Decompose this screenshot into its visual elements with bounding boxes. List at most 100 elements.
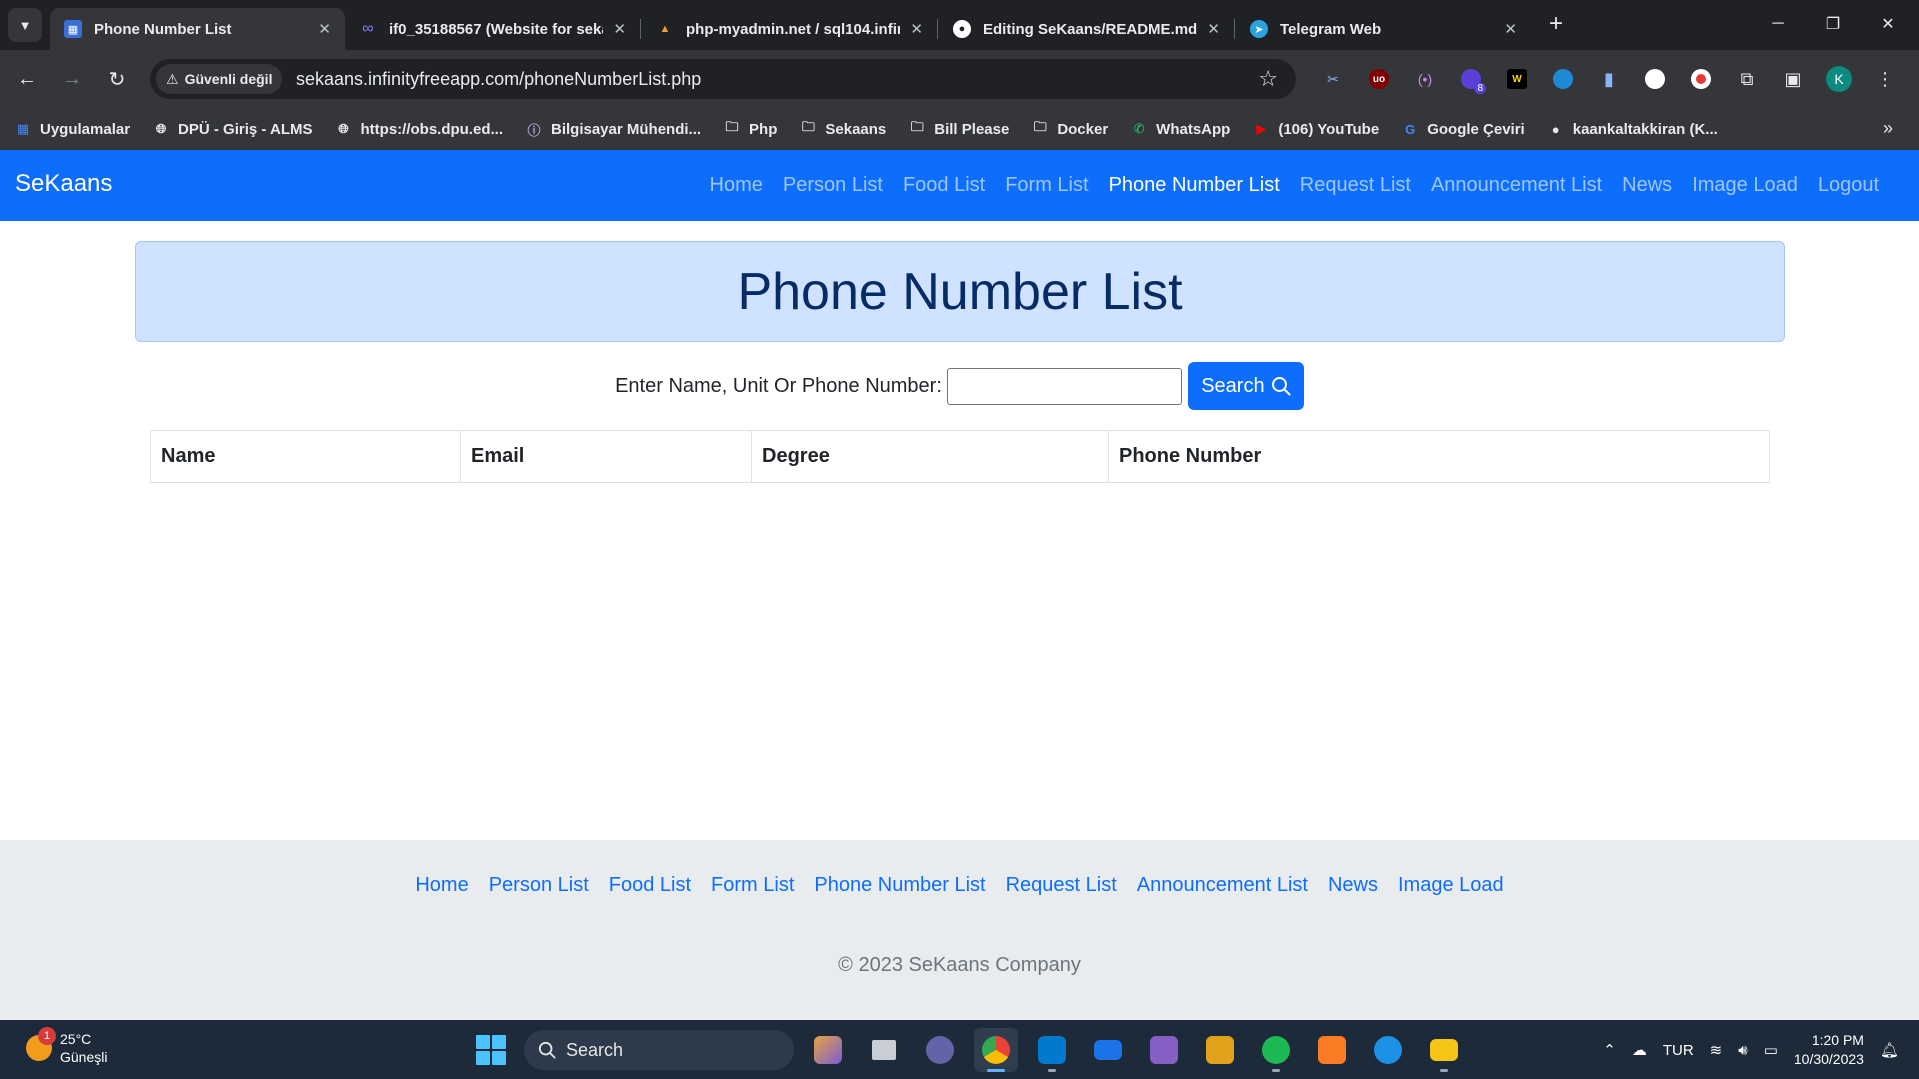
footer-link-phone-number-list[interactable]: Phone Number List <box>814 874 985 897</box>
search-input[interactable] <box>946 367 1182 405</box>
docker-app-icon[interactable] <box>1366 1028 1410 1072</box>
restore-button[interactable]: ❐ <box>1810 8 1856 40</box>
menu-kebab-icon[interactable]: ⋮ <box>1868 62 1902 96</box>
extension-tools-icon[interactable]: ✂ <box>1316 62 1350 96</box>
security-chip[interactable]: ⚠ Güvenli değil <box>156 64 283 94</box>
bookmark-item[interactable]: ⓘ Bilgisayar Mühendi... <box>525 120 701 138</box>
forward-button[interactable]: → <box>55 62 89 96</box>
new-tab-button[interactable]: + <box>1542 10 1570 38</box>
extension-edge-icon[interactable] <box>1546 62 1580 96</box>
footer-link-form-list[interactable]: Form List <box>711 874 794 897</box>
close-icon[interactable]: ✕ <box>910 20 923 38</box>
browser-tab-5[interactable]: ➤ Telegram Web ✕ <box>1236 8 1531 50</box>
telegram-icon: ➤ <box>1250 20 1268 38</box>
nav-announcement-list[interactable]: Announcement List <box>1431 174 1602 197</box>
visual-studio-app-icon[interactable] <box>1142 1028 1186 1072</box>
bookmark-item[interactable]: ▦ Uygulamalar <box>14 120 130 138</box>
nav-phone-number-list[interactable]: Phone Number List <box>1109 174 1280 197</box>
extension-broadcast-icon[interactable]: (•) <box>1408 62 1442 96</box>
taskbar-search[interactable]: Search <box>524 1030 794 1070</box>
bookmark-label: Docker <box>1057 120 1109 138</box>
bookmark-folder[interactable]: 🗀 Php <box>723 119 778 138</box>
task-view-icon[interactable] <box>862 1028 906 1072</box>
copilot-app-icon[interactable] <box>806 1028 850 1072</box>
spotify-app-icon[interactable] <box>1254 1028 1298 1072</box>
puzzle-icon[interactable]: ⧉ <box>1730 62 1764 96</box>
footer-link-news[interactable]: News <box>1328 874 1378 897</box>
back-button[interactable]: ← <box>10 62 44 96</box>
battery-icon[interactable]: ▭ <box>1764 1041 1778 1059</box>
nav-image-load[interactable]: Image Load <box>1692 174 1798 197</box>
site-brand[interactable]: SeKaans <box>15 170 112 198</box>
bookmark-label: (106) YouTube <box>1278 120 1380 138</box>
bookmark-item[interactable]: G Google Çeviri <box>1401 120 1525 138</box>
chrome-app-icon[interactable] <box>974 1028 1018 1072</box>
bookmark-item[interactable]: 🌐︎ https://obs.dpu.ed... <box>335 120 503 138</box>
notification-bell-icon[interactable]: 🔔︎ <box>1880 1041 1899 1059</box>
nav-news[interactable]: News <box>1622 174 1672 197</box>
file-explorer-app-icon[interactable] <box>1422 1028 1466 1072</box>
bookmark-folder[interactable]: 🗀 Sekaans <box>799 119 886 138</box>
more-bookmarks-icon[interactable]: » <box>1883 118 1893 139</box>
footer-link-food-list[interactable]: Food List <box>609 874 691 897</box>
nav-person-list[interactable]: Person List <box>783 174 883 197</box>
arrow-right-icon: → <box>62 67 82 90</box>
extension-doc-icon[interactable]: ▮ <box>1592 62 1626 96</box>
mail-app-icon[interactable] <box>1086 1028 1130 1072</box>
windows-start-icon[interactable] <box>470 1029 512 1071</box>
extension-record-icon[interactable] <box>1684 62 1718 96</box>
extension-wm-icon[interactable]: W <box>1500 62 1534 96</box>
footer-link-home[interactable]: Home <box>415 874 468 897</box>
ublock-icon[interactable]: uo <box>1362 62 1396 96</box>
nav-logout[interactable]: Logout <box>1818 174 1879 197</box>
footer-link-image-load[interactable]: Image Load <box>1398 874 1504 897</box>
profile-button[interactable]: K <box>1822 62 1856 96</box>
side-panel-icon[interactable]: ▣ <box>1776 62 1810 96</box>
close-icon[interactable]: ✕ <box>1504 20 1517 38</box>
nav-home[interactable]: Home <box>710 174 763 197</box>
footer-link-person-list[interactable]: Person List <box>489 874 589 897</box>
system-clock[interactable]: 1:20 PM 10/30/2023 <box>1794 1031 1864 1069</box>
bookmark-folder[interactable]: 🗀 Docker <box>1031 119 1109 138</box>
wifi-icon[interactable]: ≋ <box>1710 1041 1723 1059</box>
minimize-button[interactable]: ─ <box>1755 8 1801 40</box>
bookmark-item[interactable]: ▶ (106) YouTube <box>1252 120 1379 138</box>
volume-icon[interactable]: 🔊︎ <box>1738 1042 1747 1059</box>
chevron-up-icon[interactable]: ⌃ <box>1603 1041 1616 1059</box>
vscode-app-icon[interactable] <box>1030 1028 1074 1072</box>
tab-search-button[interactable]: ▼ <box>8 8 42 42</box>
onedrive-cloud-icon[interactable]: ☁ <box>1632 1041 1647 1059</box>
xampp-app-icon[interactable] <box>1310 1028 1354 1072</box>
browser-tab-4[interactable]: ● Editing SeKaans/README.md a ✕ <box>939 8 1234 50</box>
address-bar[interactable]: ⚠ Güvenli değil sekaans.infinityfreeapp.… <box>150 59 1296 99</box>
footer-link-announcement-list[interactable]: Announcement List <box>1137 874 1308 897</box>
bookmark-item[interactable]: ✆ WhatsApp <box>1130 120 1231 138</box>
footer-link-request-list[interactable]: Request List <box>1006 874 1117 897</box>
window-close-button[interactable]: ✕ <box>1865 8 1911 40</box>
browser-tab-2[interactable]: ∞ if0_35188567 (Website for seka ✕ <box>345 8 640 50</box>
search-button[interactable]: Search <box>1187 362 1304 410</box>
close-icon[interactable]: ✕ <box>318 20 331 38</box>
url-text[interactable]: sekaans.infinityfreeapp.com/phoneNumberL… <box>296 69 701 90</box>
extension-circle-icon[interactable] <box>1638 62 1672 96</box>
bookmark-item[interactable]: ● kaankaltakkiran (K... <box>1547 120 1718 138</box>
input-language[interactable]: TUR <box>1663 1042 1694 1059</box>
teams-chat-icon[interactable] <box>918 1028 962 1072</box>
weather-widget[interactable]: 1 25°C Güneşli <box>26 1027 107 1066</box>
browser-tab-3[interactable]: ▲ php-myadmin.net / sql104.infin ✕ <box>642 8 937 50</box>
xampp-tool-app-icon[interactable] <box>1198 1028 1242 1072</box>
bookmark-star-icon[interactable]: ☆ <box>1258 66 1278 92</box>
nav-form-list[interactable]: Form List <box>1005 174 1088 197</box>
bookmark-folder[interactable]: 🗀 Bill Please <box>908 119 1010 138</box>
close-icon[interactable]: ✕ <box>1207 20 1220 38</box>
nav-food-list[interactable]: Food List <box>903 174 985 197</box>
close-icon[interactable]: ✕ <box>613 20 626 38</box>
open-indicator <box>1048 1069 1056 1072</box>
clock-time: 1:20 PM <box>1811 1032 1864 1048</box>
tab-divider <box>1234 19 1235 39</box>
reload-button[interactable]: ↻ <box>100 62 134 96</box>
nav-request-list[interactable]: Request List <box>1300 174 1411 197</box>
browser-tab-1[interactable]: ▦ Phone Number List ✕ <box>50 8 345 50</box>
bookmark-item[interactable]: 🌐︎ DPÜ - Giriş - ALMS <box>152 120 313 138</box>
extension-badge-icon[interactable]: 8 <box>1454 62 1488 96</box>
